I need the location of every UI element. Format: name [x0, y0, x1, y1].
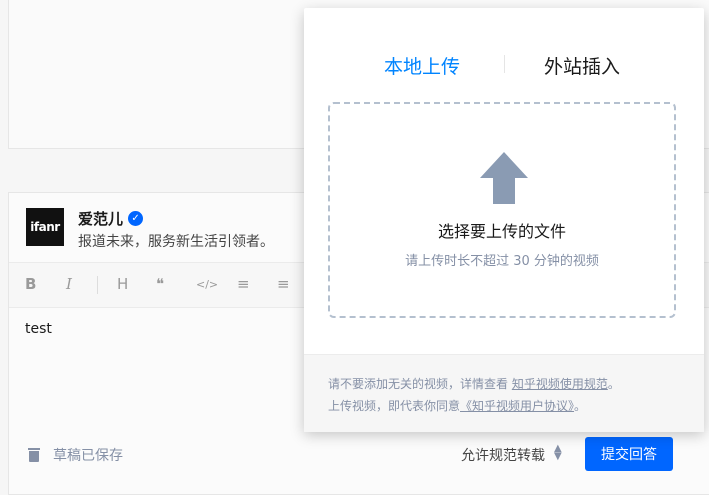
tab-local-upload[interactable]: 本地上传	[384, 52, 460, 79]
file-dropzone[interactable]: 选择要上传的文件 请上传时长不超过 30 分钟的视频	[328, 102, 676, 318]
quote-icon[interactable]: ❝	[156, 275, 164, 293]
toolbar-divider	[97, 276, 98, 294]
heading-icon[interactable]: H	[117, 275, 128, 293]
ordered-list-icon[interactable]: ≡	[237, 275, 250, 293]
upload-modal-footer: 请不要添加无关的视频，详情查看 知乎视频使用规范。 上传视频，即代表你同意《知乎…	[304, 354, 704, 432]
author-bio: 报道未来，服务新生活引领者。	[78, 234, 274, 250]
repost-option[interactable]: 允许规范转载	[461, 445, 545, 465]
verified-icon: ✓	[128, 210, 144, 226]
editor-content[interactable]: test	[25, 321, 52, 337]
draft-status: 草稿已保存	[28, 445, 123, 465]
tab-divider	[504, 55, 505, 73]
chevron-updown-icon[interactable]: ▲ ▼	[554, 444, 562, 462]
video-policy-link[interactable]: 知乎视频使用规范	[512, 377, 608, 391]
user-agreement-link[interactable]: 《知乎视频用户协议》	[460, 399, 574, 413]
submit-answer-button[interactable]: 提交回答	[585, 437, 673, 471]
author-info: ifanr 爱范儿 ✓ 报道未来，服务新生活引领者。	[26, 208, 274, 251]
avatar[interactable]: ifanr	[26, 208, 64, 246]
upload-arrow-icon	[480, 152, 528, 204]
agreement-note: 上传视频，即代表你同意《知乎视频用户协议》。	[328, 399, 587, 413]
draft-status-label: 草稿已保存	[53, 448, 123, 464]
tab-external-insert[interactable]: 外站插入	[544, 52, 620, 79]
italic-icon[interactable]: I	[66, 275, 72, 293]
unordered-list-icon[interactable]: ≡	[277, 275, 290, 293]
bold-icon[interactable]: B	[25, 275, 36, 293]
video-upload-modal: 本地上传 外站插入 选择要上传的文件 请上传时长不超过 30 分钟的视频 请不要…	[304, 8, 704, 432]
dropzone-hint: 请上传时长不超过 30 分钟的视频	[405, 254, 599, 269]
author-name[interactable]: 爱范儿	[78, 208, 123, 229]
dropzone-title: 选择要上传的文件	[437, 222, 566, 241]
upload-tabs: 本地上传 外站插入	[304, 52, 704, 79]
code-icon[interactable]: </>	[196, 278, 218, 291]
policy-note: 请不要添加无关的视频，详情查看 知乎视频使用规范。	[328, 377, 620, 391]
trash-icon[interactable]	[28, 448, 40, 462]
